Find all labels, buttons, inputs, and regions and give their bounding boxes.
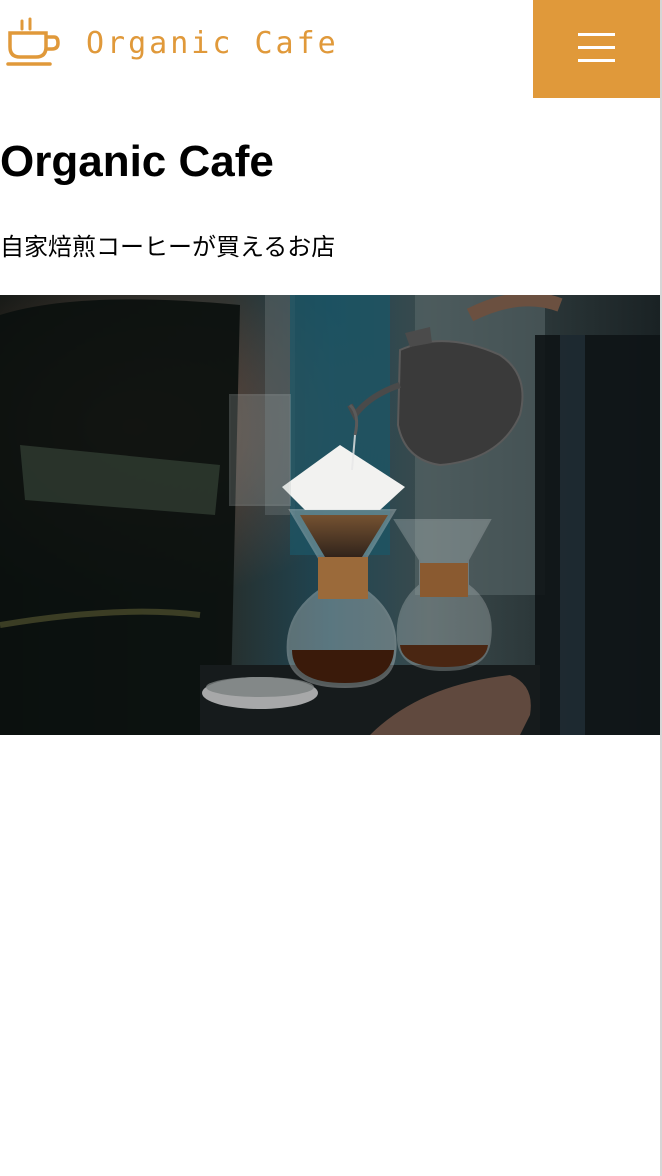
hero-image xyxy=(0,295,660,735)
site-logo[interactable]: Organic Cafe xyxy=(6,14,339,70)
menu-button[interactable] xyxy=(533,0,660,98)
page-title: Organic Cafe xyxy=(0,137,274,186)
tagline: 自家焙煎コーヒーが買えるお店 xyxy=(0,233,336,261)
site-header: Organic Cafe xyxy=(0,0,660,98)
logo-text: Organic Cafe xyxy=(86,26,339,61)
pour-over-coffee-photo xyxy=(0,295,660,735)
hamburger-icon xyxy=(578,33,615,63)
coffee-cup-icon xyxy=(6,17,60,66)
